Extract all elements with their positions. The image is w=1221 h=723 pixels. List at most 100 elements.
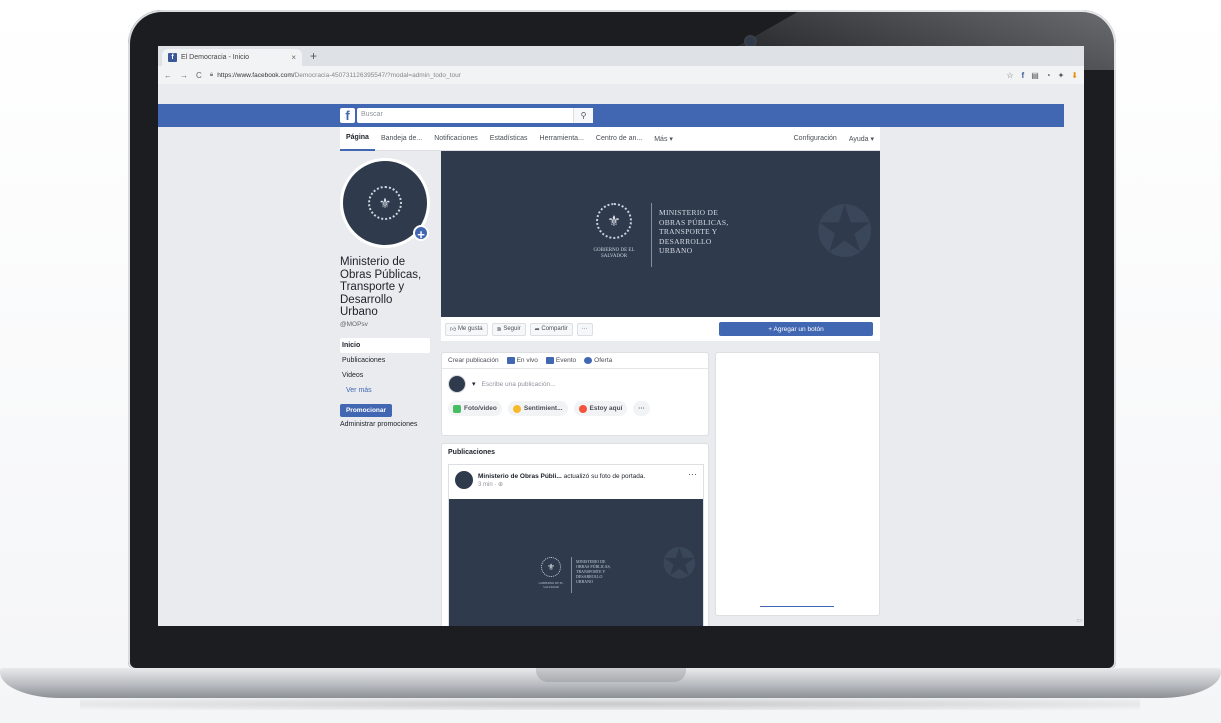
post-header: Ministerio de Obras Públi... actualizó s… <box>449 465 703 495</box>
rss-icon: ⋑ <box>496 326 504 333</box>
event-tab[interactable]: Evento <box>545 356 577 365</box>
tab-bandeja[interactable]: Bandeja de... <box>375 127 428 151</box>
extension-4-icon[interactable]: ✦ <box>1058 71 1065 80</box>
calendar-icon <box>545 356 554 364</box>
event-label: Evento <box>555 357 577 365</box>
like-label: Me gusta <box>457 326 483 332</box>
cover-ministry-text: MINISTERIO DE OBRAS PÚBLICAS, TRANSPORTE… <box>659 208 769 256</box>
post-composer: Crear publicación En vivo Evento Oferta … <box>441 352 709 436</box>
page-nav: Página Bandeja de... Notificaciones Esta… <box>340 127 880 151</box>
create-post-tab[interactable]: Crear publicación <box>448 357 499 364</box>
left-nav-videos[interactable]: Videos <box>340 368 430 383</box>
extension-3-icon[interactable]: ◔ <box>1046 71 1051 80</box>
post-options-icon[interactable]: ··· <box>688 469 697 479</box>
like-button[interactable]: 👍︎ Me gusta <box>445 322 488 336</box>
facebook-favicon-icon: f <box>168 53 177 62</box>
ministry-line: MINISTERIO DE <box>659 208 719 217</box>
forward-icon[interactable]: → <box>180 71 188 80</box>
facebook-header: f Buscar ⚲ <box>158 104 1084 127</box>
laptop-notch <box>536 668 686 682</box>
left-nav-publicaciones[interactable]: Publicaciones <box>340 353 430 368</box>
post-headline: Ministerio de Obras Públi... actualizó s… <box>478 473 645 480</box>
browser-toolbar: ← → C 🔒︎ https://www.facebook.com/Democr… <box>158 66 1084 84</box>
post-image[interactable]: ✪ ⚜ GOBIERNO DE EL SALVADOR MINISTERIO D… <box>449 499 703 626</box>
post-author-link[interactable]: Ministerio de Obras Públi... <box>478 473 562 480</box>
photo-video-button[interactable]: Foto/video <box>448 401 502 416</box>
offer-tab[interactable]: Oferta <box>584 356 612 364</box>
page-scrollbar[interactable]: ▭ <box>1064 104 1084 626</box>
download-icon[interactable]: ⬇ <box>1071 71 1078 80</box>
facebook-logo-icon[interactable]: f <box>340 108 355 123</box>
feeling-button[interactable]: Sentimient... <box>507 401 568 416</box>
chat-icon[interactable]: ▭ <box>1076 617 1082 624</box>
tab-estadisticas[interactable]: Estadísticas <box>484 127 534 151</box>
add-photo-icon[interactable]: + <box>413 225 429 242</box>
offer-tag-icon <box>584 356 593 364</box>
share-label: Compartir <box>541 326 568 332</box>
page-title: Ministerio de Obras Públicas, Transporte… <box>340 256 422 318</box>
extension-2-icon[interactable]: ▤ <box>1031 71 1039 80</box>
laptop-shadow <box>80 698 1140 710</box>
live-tab[interactable]: En vivo <box>506 356 538 364</box>
bookmark-star-icon[interactable]: ☆ <box>1006 71 1013 80</box>
photo-icon <box>453 404 461 413</box>
posts-section: Publicaciones Ministerio de Obras Públi.… <box>441 443 709 626</box>
back-icon[interactable]: ← <box>164 71 172 80</box>
left-nav-inicio[interactable]: Inicio <box>340 337 430 353</box>
left-nav-ver-mas[interactable]: Ver más <box>340 383 430 398</box>
composer-avatar <box>448 375 466 393</box>
url-host: https://www.facebook.com/ <box>217 71 295 79</box>
post-input[interactable]: Escribe una publicación... <box>482 381 556 388</box>
share-button[interactable]: ➦ Compartir <box>529 322 573 336</box>
page-action-bar: 👍︎ Me gusta ⋑ Seguir ➦ Compartir ··· + A… <box>441 317 880 341</box>
tab-configuracion[interactable]: Configuración <box>788 127 843 151</box>
post-image-divider <box>571 557 572 593</box>
watermark-emblem-icon: ✪ <box>815 193 874 271</box>
page-handle[interactable]: @MOPsv <box>340 321 432 328</box>
ministry-line: DESARROLLO <box>659 236 712 246</box>
coat-of-arms-icon: ⚜ <box>368 186 402 220</box>
share-arrow-icon: ➦ <box>534 326 542 333</box>
promote-button[interactable]: Promocionar <box>340 403 392 417</box>
extension-facebook-icon[interactable]: f <box>1022 71 1025 80</box>
url-path: Democracia-450731126395547/?modal=admin_… <box>294 71 461 79</box>
search-icon[interactable]: ⚲ <box>573 108 593 123</box>
tab-close-icon[interactable]: × <box>291 53 296 62</box>
feeling-label: Sentimient... <box>523 405 563 412</box>
photo-video-label: Foto/video <box>464 405 497 412</box>
follow-label: Seguir <box>503 326 521 332</box>
checkin-label: Estoy aquí <box>589 405 623 412</box>
profile-picture[interactable]: ⚜ + <box>340 158 430 248</box>
address-bar[interactable]: 🔒︎ https://www.facebook.com/Democracia-4… <box>210 71 999 79</box>
browser-tab[interactable]: f El Democracia - Inicio × <box>162 49 302 66</box>
tab-centro[interactable]: Centro de an... <box>590 127 648 151</box>
new-tab-button[interactable]: + <box>310 49 317 63</box>
tab-mas[interactable]: Más ▾ <box>648 127 679 151</box>
search-placeholder: Buscar <box>361 111 383 118</box>
more-options-button[interactable]: ··· <box>633 401 650 416</box>
checkin-button[interactable]: Estoy aquí <box>573 401 628 416</box>
ministry-line: OBRAS PÚBLICAS, <box>659 217 729 227</box>
post-avatar[interactable] <box>455 471 473 489</box>
live-video-icon <box>506 356 515 364</box>
tab-pagina[interactable]: Página <box>340 127 375 151</box>
tab-notificaciones[interactable]: Notificaciones <box>428 127 484 151</box>
follow-button[interactable]: ⋑ Seguir <box>491 322 526 336</box>
tab-ayuda[interactable]: Ayuda ▾ <box>843 127 880 151</box>
cover-photo[interactable]: ✪ ⚜ GOBIERNO DE EL SALVADOR MINISTERIO D… <box>441 151 880 317</box>
more-actions-button[interactable]: ··· <box>576 322 593 336</box>
composer-options: Foto/video Sentimient... Estoy aquí ··· <box>442 399 708 418</box>
reload-icon[interactable]: C <box>196 71 202 80</box>
search-input[interactable]: Buscar ⚲ <box>357 108 593 123</box>
tab-herramientas[interactable]: Herramienta... <box>534 127 590 151</box>
cover-divider <box>651 203 652 267</box>
add-button-cta[interactable]: + Agregar un botón <box>719 322 873 336</box>
post-timestamp[interactable]: 3 min · ⊕ <box>478 481 645 488</box>
manage-promotions-link[interactable]: Administrar promociones <box>340 421 432 428</box>
chevron-down-icon[interactable]: ▾ <box>472 380 476 388</box>
ministry-line: URBANO <box>659 246 693 255</box>
right-card-link[interactable] <box>760 606 834 607</box>
coat-of-arms-icon: ⚜ <box>596 203 632 239</box>
cover-gob-text: GOBIERNO DE EL SALVADOR <box>593 248 635 259</box>
laptop-screen: f El Democracia - Inicio × + ← → C 🔒︎ ht… <box>158 46 1084 626</box>
